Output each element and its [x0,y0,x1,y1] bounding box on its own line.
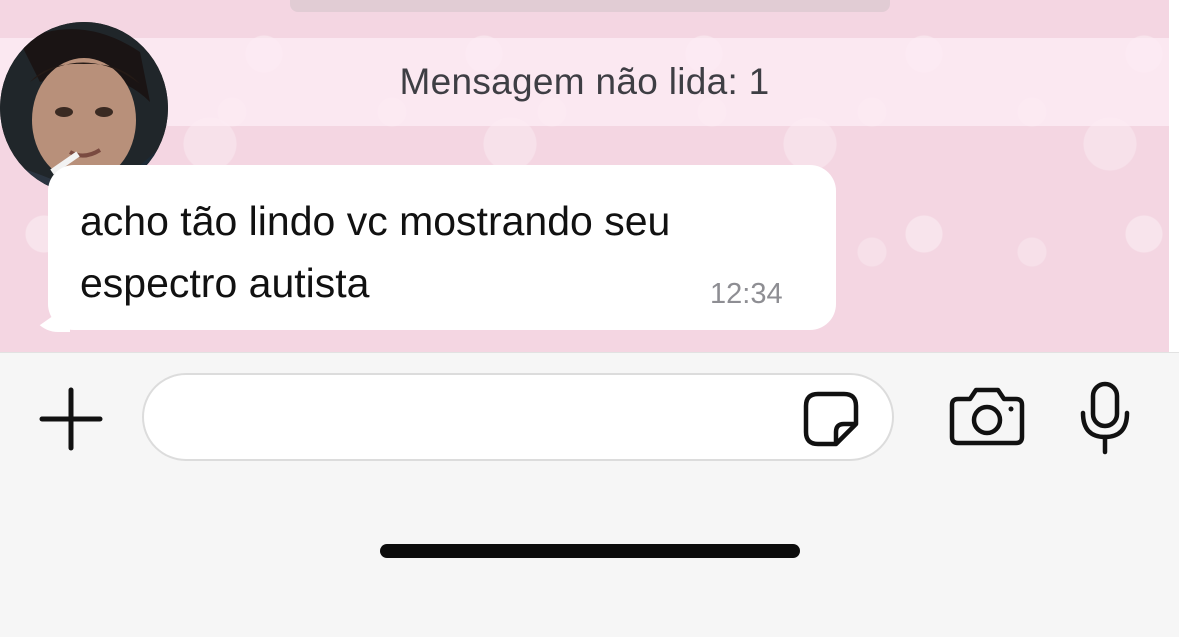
add-attachment-button[interactable] [38,386,104,452]
sticker-icon [803,391,859,447]
sticker-button[interactable] [800,388,862,450]
home-indicator[interactable] [380,544,800,558]
message-text: acho tão lindo vc mostrando seu espectro… [80,190,810,314]
message-timestamp: 12:34 [710,278,783,310]
chat-right-edge [1169,0,1179,352]
plus-icon [39,387,103,451]
message-line-2: espectro autista [80,260,370,306]
top-overlay-strip [290,0,890,12]
microphone-icon [1080,381,1130,455]
camera-button[interactable] [946,383,1028,449]
unread-banner-text: Mensagem não lida: 1 [399,61,770,102]
camera-icon [949,387,1025,446]
message-input[interactable] [142,373,894,461]
unread-messages-banner: Mensagem não lida: 1 [0,38,1169,126]
microphone-button[interactable] [1076,380,1134,456]
message-line-1: acho tão lindo vc mostrando seu [80,198,671,244]
